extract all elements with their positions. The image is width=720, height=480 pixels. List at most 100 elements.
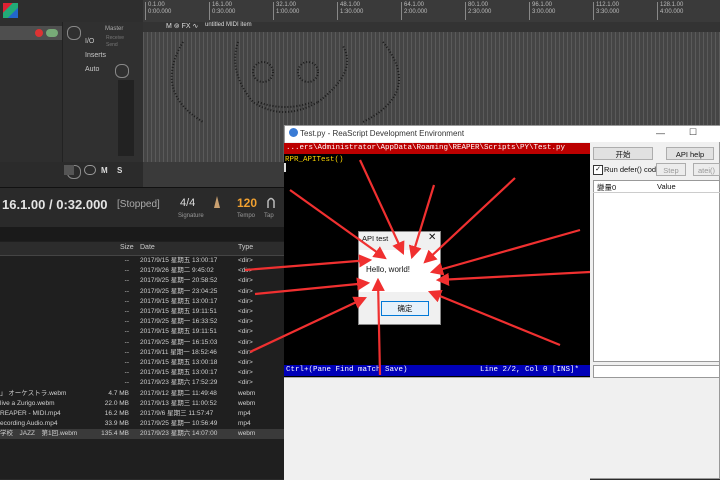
time-display[interactable]: 16.1.00 / 0:32.000 <box>2 197 108 212</box>
ruler-mark: 64.1.00 2:00.000 <box>401 2 427 20</box>
cell-date: 2017/9/25 星期一 20:58:52 <box>140 277 218 285</box>
status-position: Line 2/2, Col 0 [INS]* <box>480 366 580 374</box>
variables-list[interactable] <box>593 180 720 362</box>
var-value-header[interactable]: Value <box>657 182 676 191</box>
record-arm-icon[interactable] <box>35 29 43 37</box>
cell-size: 135.4 MB <box>101 430 129 438</box>
ruler-bar-label: 32.1.00 <box>276 2 297 8</box>
ruler-mark: 96.1.00 3:00.000 <box>529 2 555 20</box>
table-row[interactable]: -- 2017/9/15 星期五 13:00:17 <dir> <box>0 256 284 266</box>
run-defer-label[interactable]: Run defer() code <box>604 165 660 174</box>
io-toggle-icon[interactable] <box>46 29 58 37</box>
cell-type: <dir> <box>238 369 253 377</box>
table-row[interactable]: -- 2017/9/25 星期一 23:04:25 <dir> <box>0 287 284 297</box>
cell-size: -- <box>124 267 129 275</box>
table-row[interactable]: live a Zurigo.webm 22.0 MB 2017/9/13 星期三 1… <box>0 399 284 409</box>
api-help-button[interactable]: API help <box>666 147 714 160</box>
auto-mode-icon[interactable] <box>115 64 129 78</box>
master-meter <box>118 80 134 156</box>
python-icon <box>289 128 298 137</box>
cell-date: 2017/9/15 星期五 19:11:51 <box>140 308 217 315</box>
start-button[interactable]: 开始 <box>593 147 653 160</box>
ruler-bar-label: 16.1.00 <box>212 2 233 8</box>
table-row[interactable]: -- 2017/9/25 星期一 16:15:03 <dir> <box>0 338 284 348</box>
table-row[interactable]: -- 2017/9/23 星期六 17:52:29 <dir> <box>0 378 284 388</box>
ruler-time-label: 3:00.000 <box>532 9 556 15</box>
dialog-close-icon[interactable]: ✕ <box>428 232 436 243</box>
output-pane[interactable] <box>284 377 590 480</box>
ide-title: Test.py - ReaScript Development Environm… <box>300 129 465 138</box>
col-date[interactable]: Date <box>140 244 155 251</box>
tap-icon[interactable] <box>265 196 277 209</box>
ruler-mark: 32.1.00 1:00.000 <box>273 2 299 20</box>
tempo-value[interactable]: 120 <box>237 196 257 210</box>
watch-button[interactable]: atei() <box>693 163 720 176</box>
tap-label: Tap <box>264 213 274 219</box>
ruler-mark: 80.1.00 2:30.000 <box>465 2 491 20</box>
col-type[interactable]: Type <box>238 244 253 251</box>
play-state: [Stopped] <box>117 199 160 210</box>
auto-label[interactable]: Auto <box>85 66 99 73</box>
table-row[interactable]: -- 2017/9/25 星期一 16:33:52 <dir> <box>0 317 284 327</box>
dialog-ok-button[interactable]: 确定 <box>381 301 429 316</box>
table-row[interactable]: REAPER - MIDI.mp4 16.2 MB 2017/9/6 星期三 11:… <box>0 409 284 419</box>
cell-type: <dir> <box>238 348 253 356</box>
table-row[interactable]: 学校 JAZZ 第1回.webm 135.4 MB 2017/9/23 星期六 14… <box>0 429 284 440</box>
eval-input[interactable] <box>593 365 720 378</box>
table-row[interactable]: -- 2017/9/11 星期一 18:52:46 <dir> <box>0 348 284 358</box>
timeline-ruler[interactable]: 0.1.00 0:00.000 16.1.00 0:30.000 32.1.00 1:00… <box>143 0 720 23</box>
col-size[interactable]: Size <box>120 244 134 251</box>
cell-size: -- <box>124 379 129 387</box>
io-label[interactable]: I/O <box>85 38 94 45</box>
mute-button[interactable]: M <box>101 166 108 175</box>
code-line[interactable]: RPR_APITest() <box>285 156 344 164</box>
cell-date: 2017/9/25 星期一 16:33:52 <box>140 318 218 326</box>
table-row[interactable]: -- 2017/9/15 星期五 19:11:51 <dir> <box>0 307 284 317</box>
time-signature[interactable]: 4/4 <box>180 197 195 209</box>
inserts-label[interactable]: Inserts <box>85 52 106 59</box>
cell-type: <dir> <box>238 257 253 264</box>
cell-date: 2017/9/15 星期五 13:00:18 <box>140 359 218 366</box>
master-label: Master <box>105 26 124 32</box>
step-button[interactable]: Step <box>656 163 686 176</box>
solo-button[interactable]: S <box>117 166 122 175</box>
minimize-icon[interactable]: — <box>656 128 665 138</box>
route-icon[interactable] <box>84 165 96 175</box>
receive-label[interactable]: Receive <box>106 35 124 41</box>
cell-name: 」 オーケストラ.webm <box>0 389 67 397</box>
cell-size: 33.9 MB <box>104 420 129 428</box>
run-defer-checkbox[interactable]: ✓ <box>593 165 603 175</box>
table-row[interactable]: ecording Audio.mp4 33.9 MB 2017/9/25 星期一 1… <box>0 419 284 429</box>
cell-type: webm <box>238 430 256 438</box>
maximize-icon[interactable]: ☐ <box>689 127 697 138</box>
ruler-mark: 48.1.00 1:30.000 <box>337 2 363 20</box>
metronome-icon[interactable] <box>212 196 222 208</box>
toolbar-strip <box>0 0 143 23</box>
table-row[interactable]: -- 2017/9/25 星期一 20:58:52 <dir> <box>0 276 284 286</box>
cell-type: webm <box>238 389 256 397</box>
cell-size: -- <box>124 359 129 366</box>
cell-date: 2017/9/23 星期六 14:07:00 <box>140 430 218 438</box>
item-icons: M ⊚ FX ∿ <box>166 23 199 30</box>
send-label[interactable]: Send <box>106 42 118 48</box>
ruler-time-label: 4:00.000 <box>660 9 684 15</box>
table-row[interactable]: -- 2017/9/15 星期五 13:00:17 <dir> <box>0 297 284 307</box>
cell-name: REAPER - MIDI.mp4 <box>0 410 61 417</box>
reaper-logo-icon <box>3 3 18 18</box>
table-row[interactable]: -- 2017/9/15 星期五 13:00:18 <dir> <box>0 358 284 368</box>
cell-size: -- <box>124 297 129 305</box>
cell-type: <dir> <box>238 287 253 295</box>
dialog-title: API test <box>362 234 389 243</box>
cell-type: <dir> <box>238 267 253 275</box>
table-row[interactable]: -- 2017/9/26 星期二 9:45:02 <dir> <box>0 266 284 276</box>
table-row[interactable]: 」 オーケストラ.webm 4.7 MB 2017/9/12 星期二 11:49:4… <box>0 389 284 399</box>
table-row[interactable]: -- 2017/9/15 星期五 13:00:17 <dir> <box>0 368 284 378</box>
cell-size: 16.2 MB <box>104 410 129 417</box>
cell-type: <dir> <box>238 297 253 305</box>
power-icon[interactable] <box>67 26 81 40</box>
cell-type: webm <box>238 399 256 407</box>
midi-item-label: untitled MIDI item <box>205 22 252 28</box>
fx-icon[interactable] <box>64 165 74 175</box>
selected-track-header[interactable] <box>0 26 62 40</box>
table-row[interactable]: -- 2017/9/15 星期五 19:11:51 <dir> <box>0 327 284 337</box>
